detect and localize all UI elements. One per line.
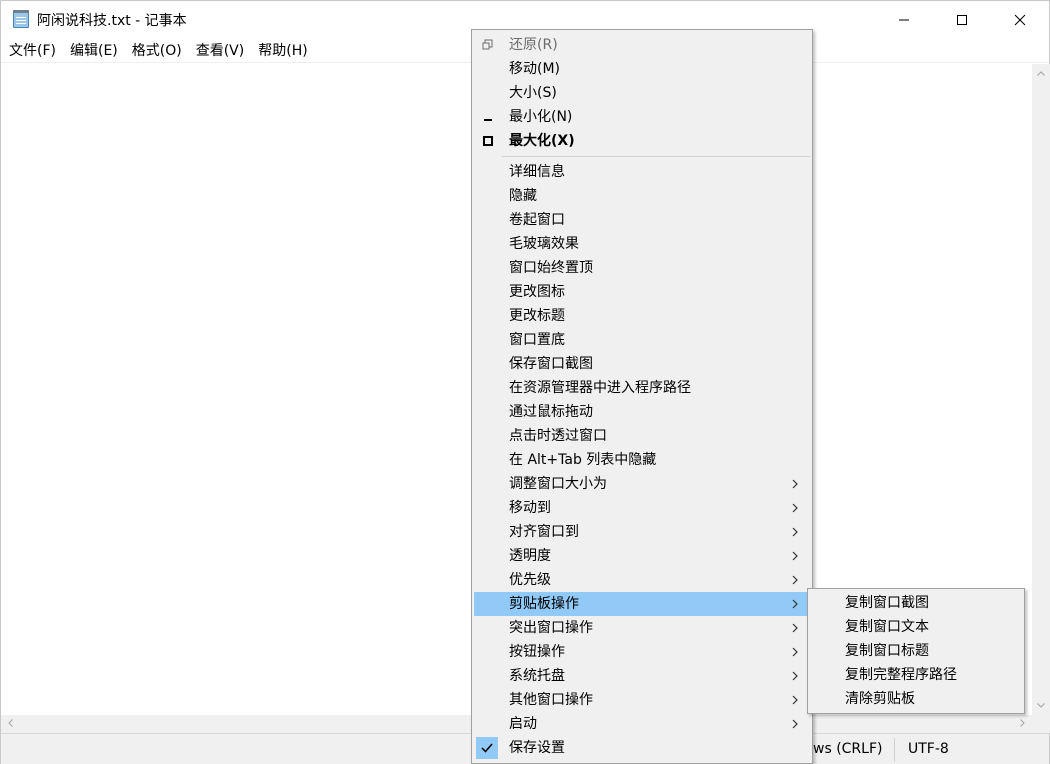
menu-item-always-on-top[interactable]: 窗口始终置顶 (474, 256, 810, 280)
chevron-right-icon (792, 719, 798, 729)
menu-item-save-screenshot[interactable]: 保存窗口截图 (474, 352, 810, 376)
chevron-right-icon (792, 695, 798, 705)
menu-item-system-tray[interactable]: 系统托盘 (474, 664, 810, 688)
menu-item-move-to[interactable]: 移动到 (474, 496, 810, 520)
submenu-copy-program-path[interactable]: 复制完整程序路径 (810, 663, 1022, 687)
menu-help[interactable]: 帮助(H) (251, 39, 314, 63)
checkmark-icon (476, 737, 498, 759)
notepad-app-icon[interactable] (13, 10, 29, 28)
menu-item-hide-alt-tab[interactable]: 在 Alt+Tab 列表中隐藏 (474, 448, 810, 472)
chevron-right-icon (792, 671, 798, 681)
menu-item-size[interactable]: 大小(S) (474, 81, 810, 105)
scroll-down-icon[interactable] (1037, 703, 1045, 708)
scroll-right-icon[interactable] (1020, 719, 1025, 727)
chevron-right-icon (792, 599, 798, 609)
submenu-copy-screenshot[interactable]: 复制窗口截图 (810, 591, 1022, 615)
menu-item-roll-up[interactable]: 卷起窗口 (474, 208, 810, 232)
menu-item-restore[interactable]: 还原(R) (474, 33, 810, 57)
menu-item-highlight-window[interactable]: 突出窗口操作 (474, 616, 810, 640)
restore-icon (482, 39, 493, 50)
menu-format[interactable]: 格式(O) (125, 39, 189, 63)
close-icon (1014, 14, 1026, 26)
minimize-icon (484, 119, 492, 121)
chevron-right-icon (792, 551, 798, 561)
minimize-icon (899, 19, 909, 21)
menu-item-button-actions[interactable]: 按钮操作 (474, 640, 810, 664)
menu-item-minimize[interactable]: 最小化(N) (474, 105, 810, 129)
close-button[interactable] (991, 1, 1049, 39)
submenu-copy-window-text[interactable]: 复制窗口文本 (810, 615, 1022, 639)
chevron-right-icon (792, 647, 798, 657)
scroll-up-icon[interactable] (1037, 71, 1045, 76)
status-divider (894, 738, 895, 762)
menu-file[interactable]: 文件(F) (2, 39, 63, 63)
status-line-ending: ws (CRLF) (813, 741, 883, 757)
menu-item-change-icon[interactable]: 更改图标 (474, 280, 810, 304)
submenu-clear-clipboard[interactable]: 清除剪贴板 (810, 687, 1022, 711)
window-controls (875, 1, 1049, 39)
menu-edit[interactable]: 编辑(E) (63, 39, 125, 63)
minimize-button[interactable] (875, 1, 933, 39)
maximize-icon (957, 15, 967, 25)
scroll-left-icon[interactable] (8, 719, 13, 727)
window-context-menu: 还原(R) 移动(M) 大小(S) 最小化(N) 最大化(X) 详细信息 隐藏 … (471, 29, 813, 764)
menu-item-transparency[interactable]: 透明度 (474, 544, 810, 568)
menu-item-maximize[interactable]: 最大化(X) (474, 129, 810, 153)
menu-item-open-program-path[interactable]: 在资源管理器中进入程序路径 (474, 376, 810, 400)
menu-item-click-through[interactable]: 点击时透过窗口 (474, 424, 810, 448)
menu-view[interactable]: 查看(V) (189, 39, 252, 63)
clipboard-submenu: 复制窗口截图 复制窗口文本 复制窗口标题 复制完整程序路径 清除剪贴板 (807, 588, 1025, 714)
menu-item-send-to-bottom[interactable]: 窗口置底 (474, 328, 810, 352)
menu-item-resize-to[interactable]: 调整窗口大小为 (474, 472, 810, 496)
chevron-right-icon (792, 527, 798, 537)
scrollbar-corner (1032, 715, 1050, 733)
menu-item-other-window-actions[interactable]: 其他窗口操作 (474, 688, 810, 712)
menu-item-mouse-drag[interactable]: 通过鼠标拖动 (474, 400, 810, 424)
menu-item-glass-effect[interactable]: 毛玻璃效果 (474, 232, 810, 256)
chevron-right-icon (792, 575, 798, 585)
menu-item-startup[interactable]: 启动 (474, 712, 810, 736)
window-title: 阿闲说科技.txt - 记事本 (37, 13, 187, 29)
chevron-right-icon (792, 503, 798, 513)
menu-item-save-settings[interactable]: 保存设置 (474, 736, 810, 760)
vertical-scrollbar[interactable] (1032, 64, 1050, 715)
maximize-icon (483, 136, 493, 146)
menu-item-move[interactable]: 移动(M) (474, 57, 810, 81)
menu-item-clipboard[interactable]: 剪贴板操作 (474, 592, 810, 616)
chevron-right-icon (792, 479, 798, 489)
maximize-button[interactable] (933, 1, 991, 39)
chevron-right-icon (792, 623, 798, 633)
menu-item-priority[interactable]: 优先级 (474, 568, 810, 592)
menu-item-change-title[interactable]: 更改标题 (474, 304, 810, 328)
menu-item-hide[interactable]: 隐藏 (474, 184, 810, 208)
submenu-copy-window-title[interactable]: 复制窗口标题 (810, 639, 1022, 663)
menu-item-align-to[interactable]: 对齐窗口到 (474, 520, 810, 544)
menu-item-details[interactable]: 详细信息 (474, 160, 810, 184)
menu-separator (502, 156, 810, 157)
status-encoding: UTF-8 (908, 741, 949, 757)
